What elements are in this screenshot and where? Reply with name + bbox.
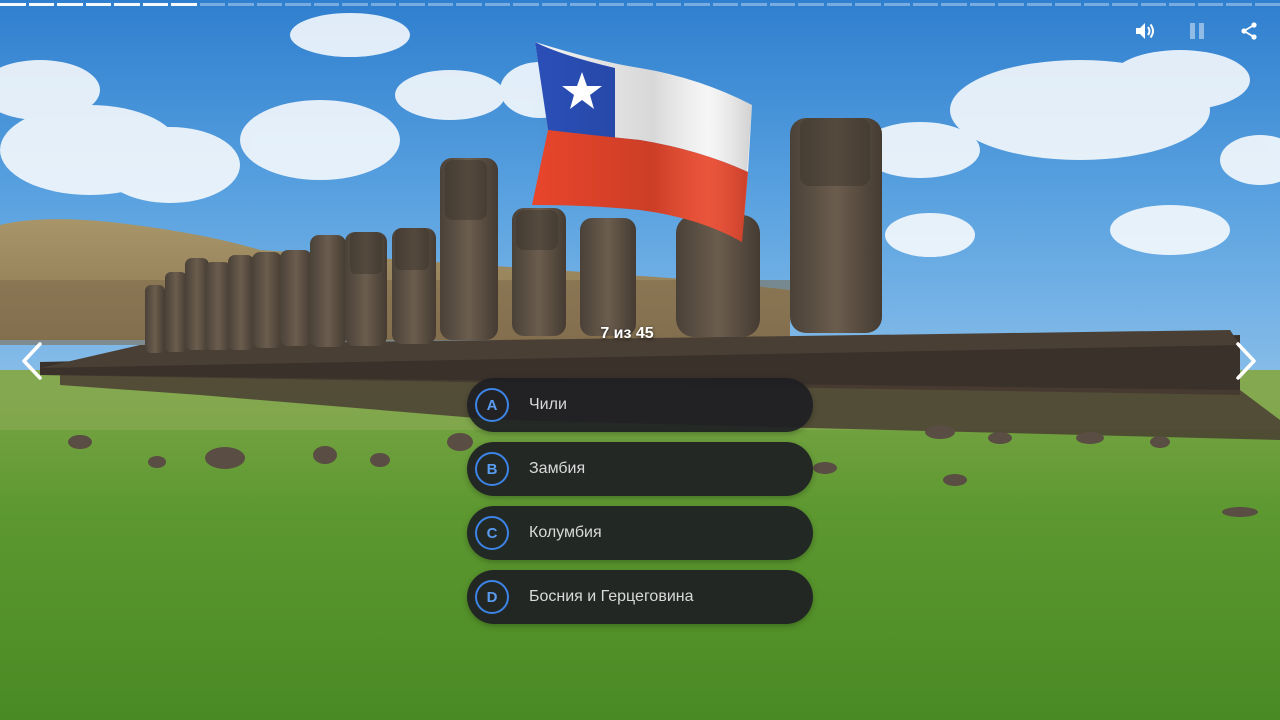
progress-segment: [1140, 3, 1167, 6]
answer-label: Босния и Герцеговина: [529, 588, 694, 605]
progress-segment: [285, 3, 311, 6]
progress-segment: [712, 3, 739, 6]
progress-segment: [85, 3, 112, 6]
answer-label: Чили: [529, 396, 567, 413]
progress-segment: [969, 3, 996, 6]
progress-segment: [769, 3, 796, 6]
progress-segment: [1169, 3, 1195, 6]
progress-segment: [826, 3, 853, 6]
chevron-right-icon: [1236, 342, 1256, 380]
progress-segment: [484, 3, 511, 6]
progress-segment: [741, 3, 767, 6]
pause-icon: [1190, 23, 1204, 39]
progress-segment: [627, 3, 653, 6]
progress-segment: [1026, 3, 1053, 6]
progress-segment: [199, 3, 226, 6]
progress-segment: [798, 3, 824, 6]
progress-segment: [855, 3, 881, 6]
next-button[interactable]: [1226, 336, 1266, 386]
chevron-left-icon: [22, 342, 42, 380]
answer-option-b[interactable]: B Замбия: [467, 442, 813, 496]
progress-segment: [998, 3, 1024, 6]
progress-segment: [228, 3, 254, 6]
progress-segment: [1112, 3, 1138, 6]
progress-segment: [912, 3, 939, 6]
progress-segment: [57, 3, 83, 6]
progress-segment: [142, 3, 169, 6]
progress-segment: [513, 3, 539, 6]
progress-segment: [427, 3, 454, 6]
progress-segment: [655, 3, 682, 6]
progress-segment: [456, 3, 482, 6]
quiz-stage: 7 из 45 A Чили B Замбия C Колумбия D Бос…: [0, 0, 1280, 720]
progress-segment: [541, 3, 568, 6]
media-controls: [1130, 18, 1264, 44]
progress-segment: [171, 3, 197, 6]
progress-segment: [1197, 3, 1224, 6]
progress-segment: [883, 3, 910, 6]
progress-segment: [1055, 3, 1081, 6]
answer-letter: C: [475, 516, 509, 550]
answer-label: Колумбия: [529, 524, 602, 541]
answer-option-d[interactable]: D Босния и Герцеговина: [467, 570, 813, 624]
progress-segment: [313, 3, 340, 6]
progress-segment: [941, 3, 967, 6]
progress-segment: [256, 3, 283, 6]
progress-segment: [0, 3, 26, 6]
progress-segment: [684, 3, 710, 6]
progress-segment: [370, 3, 397, 6]
answer-option-c[interactable]: C Колумбия: [467, 506, 813, 560]
progress-segment: [1226, 3, 1252, 6]
share-button[interactable]: [1234, 18, 1264, 44]
share-icon: [1241, 22, 1257, 40]
answer-letter: B: [475, 452, 509, 486]
answer-list: A Чили B Замбия C Колумбия D Босния и Ге…: [467, 378, 813, 634]
progress-segment: [399, 3, 425, 6]
answer-letter: A: [475, 388, 509, 422]
progress-segment: [342, 3, 368, 6]
progress-segment: [1083, 3, 1110, 6]
question-counter: 7 из 45: [600, 325, 654, 342]
progress-bar: [0, 3, 1280, 6]
answer-letter: D: [475, 580, 509, 614]
answer-option-a[interactable]: A Чили: [467, 378, 813, 432]
progress-segment: [570, 3, 596, 6]
answer-label: Замбия: [529, 460, 586, 477]
speaker-icon: [1136, 23, 1154, 39]
progress-segment: [598, 3, 625, 6]
pause-button[interactable]: [1182, 18, 1212, 44]
progress-segment: [1254, 3, 1280, 6]
previous-button[interactable]: [12, 336, 52, 386]
sound-button[interactable]: [1130, 18, 1160, 44]
progress-segment: [28, 3, 55, 6]
progress-segment: [114, 3, 140, 6]
